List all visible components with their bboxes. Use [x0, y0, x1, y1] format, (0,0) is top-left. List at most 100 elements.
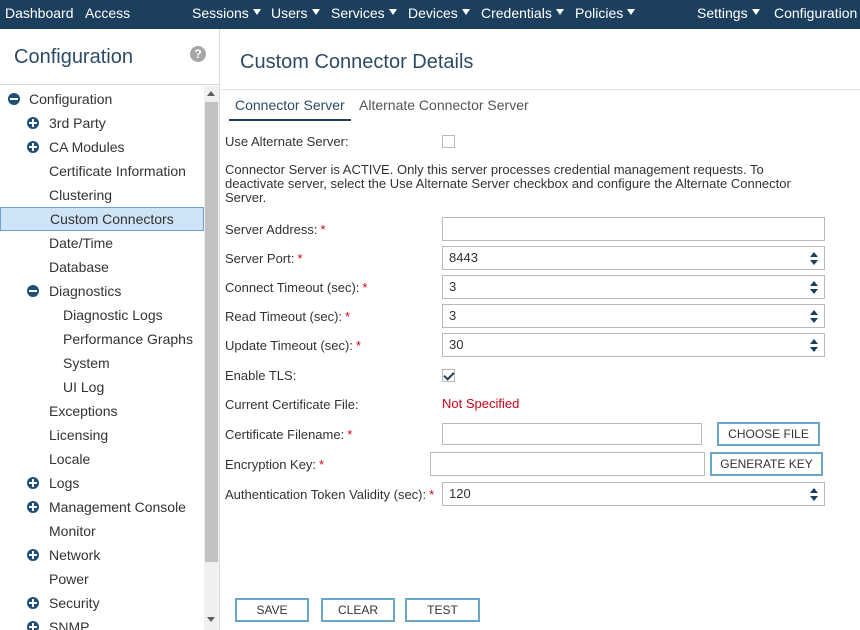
sidebar-item-ca-modules[interactable]: CA Modules	[0, 135, 204, 159]
help-icon[interactable]: ?	[190, 46, 206, 62]
choose-file-button[interactable]: CHOOSE FILE	[717, 422, 820, 446]
sidebar-item-database[interactable]: Database	[0, 255, 204, 279]
spinner-arrows-icon[interactable]	[810, 339, 818, 352]
sidebar-item-management-console[interactable]: Management Console	[0, 495, 204, 519]
sidebar-item-logs[interactable]: Logs	[0, 471, 204, 495]
server-port-input[interactable]: 8443	[442, 246, 825, 270]
nav-users[interactable]: Users	[271, 0, 320, 29]
save-button[interactable]: SAVE	[235, 598, 309, 622]
scrollbar-thumb[interactable]	[205, 102, 218, 562]
auth-token-validity-input[interactable]: 120	[442, 482, 825, 506]
required-marker: *	[320, 222, 326, 237]
expand-plus-icon[interactable]	[27, 117, 39, 129]
nav-sessions[interactable]: Sessions	[192, 0, 261, 29]
nav-devices[interactable]: Devices	[408, 0, 470, 29]
sidebar-item-ui-log[interactable]: UI Log	[0, 375, 204, 399]
required-marker: *	[362, 280, 368, 295]
sidebar-item-custom-connectors[interactable]: Custom Connectors	[0, 207, 204, 231]
expand-plus-icon[interactable]	[27, 621, 39, 630]
server-port-label: Server Port: *	[225, 251, 302, 266]
required-marker: *	[347, 427, 353, 442]
sidebar-item-network[interactable]: Network	[0, 543, 204, 567]
collapse-minus-icon[interactable]	[27, 285, 39, 297]
clear-button[interactable]: CLEAR	[321, 598, 395, 622]
sidebar-item-date-time[interactable]: Date/Time	[0, 231, 204, 255]
expand-plus-icon[interactable]	[27, 597, 39, 609]
sidebar-item-certificate-information[interactable]: Certificate Information	[0, 159, 204, 183]
sidebar-item-label: Clustering	[49, 187, 113, 203]
sidebar-item-label: Locale	[49, 451, 91, 467]
cert-filename-input[interactable]	[442, 423, 702, 445]
server-address-input[interactable]	[442, 217, 825, 241]
spinner-arrows-icon[interactable]	[810, 252, 818, 265]
sidebar-item-diagnostics[interactable]: Diagnostics	[0, 279, 204, 303]
sidebar-scrollbar[interactable]	[204, 86, 219, 630]
sidebar-item-label: CA Modules	[49, 139, 125, 155]
spinner-arrows-icon[interactable]	[810, 310, 818, 323]
sidebar-item-power[interactable]: Power	[0, 567, 204, 591]
tab-connector-server[interactable]: Connector Server	[229, 97, 351, 121]
nav-settings[interactable]: Settings	[697, 0, 760, 29]
sidebar-item-locale[interactable]: Locale	[0, 447, 204, 471]
sidebar-item-monitor[interactable]: Monitor	[0, 519, 204, 543]
sidebar-item-licensing[interactable]: Licensing	[0, 423, 204, 447]
read-timeout-input[interactable]: 3	[442, 304, 825, 328]
update-timeout-input[interactable]: 30	[442, 333, 825, 357]
nav-dashboard[interactable]: Dashboard	[5, 0, 74, 29]
nav-services[interactable]: Services	[331, 0, 397, 29]
scroll-down-icon[interactable]	[207, 617, 215, 622]
sidebar-item-snmp[interactable]: SNMP	[0, 615, 204, 630]
cert-filename-label: Certificate Filename: *	[225, 427, 352, 442]
collapse-minus-icon[interactable]	[8, 93, 20, 105]
chevron-down-icon	[751, 9, 760, 15]
main-panel: Custom Connector Details Connector Serve…	[221, 29, 860, 630]
sidebar-item-security[interactable]: Security	[0, 591, 204, 615]
sidebar-item-performance-graphs[interactable]: Performance Graphs	[0, 327, 204, 351]
generate-key-button[interactable]: GENERATE KEY	[710, 452, 823, 476]
spinner-arrows-icon[interactable]	[810, 488, 818, 501]
server-address-label-text: Server Address:	[225, 222, 318, 237]
sidebar-item-exceptions[interactable]: Exceptions	[0, 399, 204, 423]
server-port-label-text: Server Port:	[225, 251, 295, 266]
page-title: Custom Connector Details	[240, 51, 474, 73]
sidebar-item-configuration[interactable]: Configuration	[0, 87, 204, 111]
nav-credentials[interactable]: Credentials	[481, 0, 564, 29]
expand-plus-icon[interactable]	[27, 549, 39, 561]
required-marker: *	[297, 251, 303, 266]
expand-plus-icon[interactable]	[27, 501, 39, 513]
sidebar-header: Configuration ?	[0, 29, 219, 85]
nav-configuration[interactable]: Configuration	[774, 0, 857, 29]
current-cert-value: Not Specified	[442, 396, 520, 411]
encryption-key-label: Encryption Key: *	[225, 457, 324, 472]
sidebar-item-label: Configuration	[29, 91, 113, 107]
required-marker: *	[355, 338, 361, 353]
nav-policies[interactable]: Policies	[575, 0, 636, 29]
nav-sessions-label: Sessions	[192, 5, 249, 21]
enable-tls-checkbox[interactable]	[442, 369, 455, 382]
sidebar: Configuration ? Configuration 3rd Party CA…	[0, 29, 220, 630]
nav-services-label: Services	[331, 5, 385, 21]
title-divider	[221, 89, 860, 90]
expand-plus-icon[interactable]	[27, 477, 39, 489]
spinner-arrows-icon[interactable]	[810, 281, 818, 294]
encryption-key-input[interactable]	[430, 452, 705, 476]
sidebar-item-label: Performance Graphs	[63, 331, 193, 347]
connect-timeout-value: 3	[449, 279, 457, 294]
cert-filename-label-text: Certificate Filename:	[225, 427, 345, 442]
chevron-down-icon	[627, 9, 636, 15]
test-button[interactable]: TEST	[405, 598, 480, 622]
tab-alternate-connector-server[interactable]: Alternate Connector Server	[359, 97, 529, 121]
sidebar-item-diagnostic-logs[interactable]: Diagnostic Logs	[0, 303, 204, 327]
expand-plus-icon[interactable]	[27, 141, 39, 153]
sidebar-item-label: Custom Connectors	[50, 211, 174, 227]
scroll-up-icon[interactable]	[207, 91, 215, 96]
nav-access[interactable]: Access	[85, 0, 130, 29]
sidebar-item-label: Management Console	[49, 499, 186, 515]
sidebar-item-system[interactable]: System	[0, 351, 204, 375]
connect-timeout-input[interactable]: 3	[442, 275, 825, 299]
sidebar-item-3rd-party[interactable]: 3rd Party	[0, 111, 204, 135]
sidebar-item-label: Database	[49, 259, 109, 275]
chevron-down-icon	[461, 9, 470, 15]
sidebar-item-clustering[interactable]: Clustering	[0, 183, 204, 207]
use-alternate-checkbox[interactable]	[442, 135, 455, 148]
